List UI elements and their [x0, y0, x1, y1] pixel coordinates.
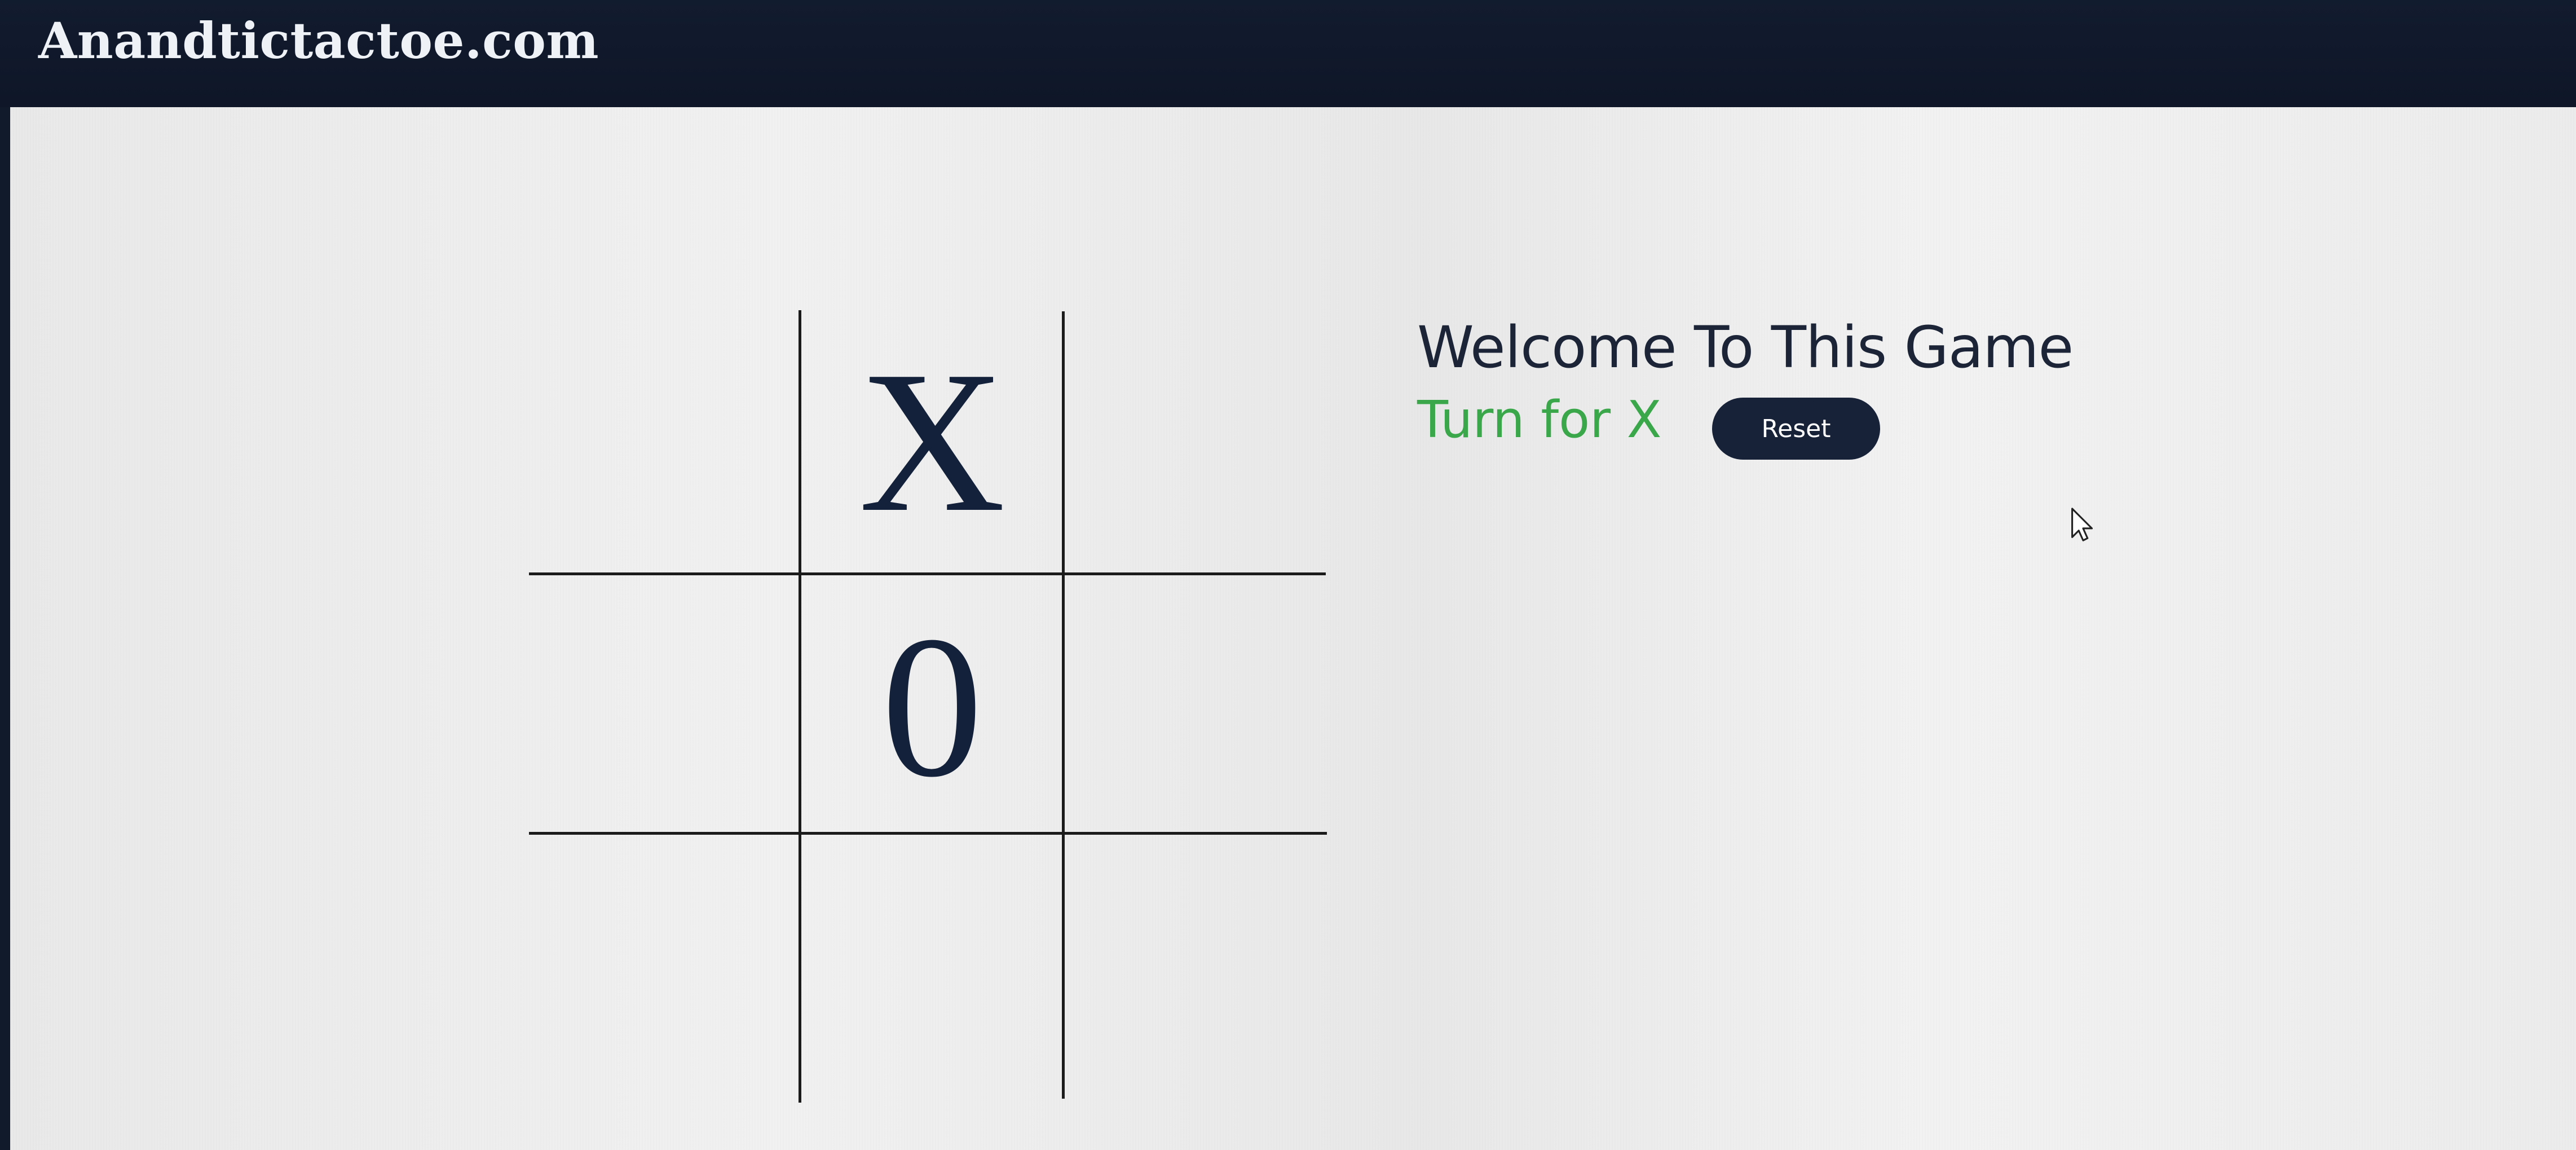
- grid-line-horizontal-top: [529, 572, 1326, 575]
- reset-button[interactable]: Reset: [1712, 398, 1880, 460]
- tic-tac-toe-board: X 0: [529, 310, 1327, 1103]
- game-area: X 0 Welcome To This Game Turn for X Rese…: [10, 107, 2576, 1150]
- turn-status: Turn for X: [1417, 390, 1662, 450]
- board-cell-5[interactable]: 0: [800, 575, 1065, 838]
- navbar: Anandtictactoe.com: [0, 0, 2576, 107]
- board-cell-2[interactable]: X: [800, 310, 1065, 572]
- grid-line-vertical-left: [799, 310, 801, 1103]
- board-cell-1[interactable]: [529, 310, 794, 572]
- board-cell-7[interactable]: [529, 835, 794, 1097]
- board-cell-8[interactable]: [800, 835, 1065, 1097]
- board-cell-6[interactable]: [1062, 575, 1327, 838]
- mouse-pointer-icon: [2071, 508, 2093, 541]
- grid-line-horizontal-bottom: [529, 832, 1327, 835]
- board-cell-9[interactable]: [1062, 835, 1327, 1097]
- board-cell-3[interactable]: [1062, 310, 1327, 572]
- grid-line-vertical-right: [1062, 311, 1065, 1099]
- board-cell-4[interactable]: [529, 575, 794, 838]
- site-title[interactable]: Anandtictactoe.com: [38, 7, 599, 74]
- welcome-heading: Welcome To This Game: [1417, 314, 2074, 381]
